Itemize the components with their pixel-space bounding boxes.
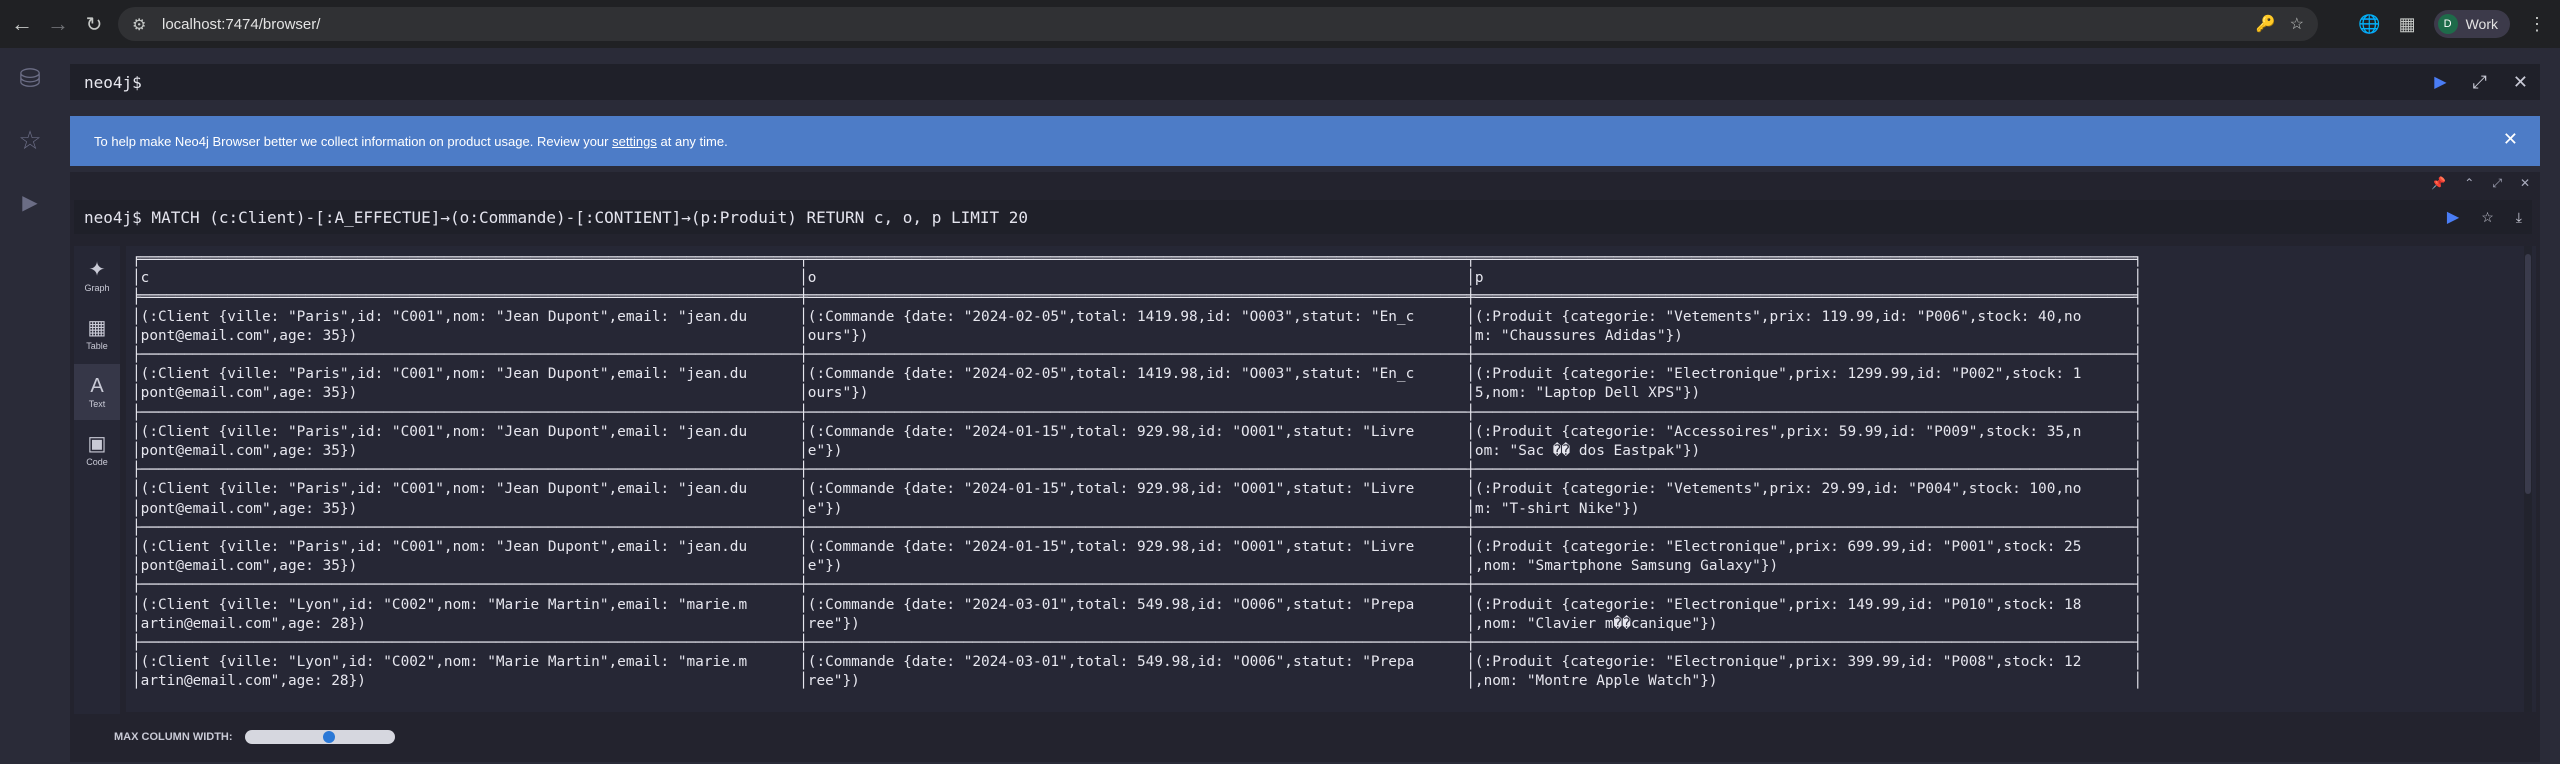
text-result: ╒═══════════════════════════════════════… (126, 246, 2536, 712)
table-line: │(:Client {ville: "Lyon",id: "C002",nom:… (132, 654, 2143, 671)
close-frame-icon[interactable]: ✕ (2520, 176, 2530, 191)
text-icon: A (90, 375, 104, 397)
profile-button[interactable]: D Work (2433, 10, 2510, 38)
address-bar[interactable]: ⚙ localhost:7474/browser/ 🔑 ☆ (118, 7, 2318, 41)
clear-editor-icon[interactable]: ✕ (2513, 72, 2528, 93)
favorites-star-icon[interactable]: ☆ (14, 124, 46, 156)
table-line: │artin@email.com",age: 28}) │ree"}) │,no… (132, 615, 2143, 632)
usage-banner: To help make Neo4j Browser better we col… (70, 116, 2540, 166)
tab-code[interactable]: ▣ Code (74, 422, 120, 478)
table-line: ├───────────────────────────────────────… (132, 635, 2143, 652)
table-line: ├───────────────────────────────────────… (132, 347, 2143, 364)
table-line: │(:Client {ville: "Paris",id: "C001",nom… (132, 308, 2143, 325)
reload-icon[interactable]: ↻ (76, 6, 112, 42)
table-line: │(:Client {ville: "Paris",id: "C001",nom… (132, 423, 2143, 440)
rerun-icon[interactable]: ▶ (2447, 207, 2459, 227)
avatar: D (2437, 14, 2458, 34)
collapse-icon[interactable]: ⌃ (2464, 176, 2474, 191)
database-icon[interactable]: ⛁ (14, 62, 46, 94)
table-line: │pont@email.com",age: 35}) │ours"}) │m: … (132, 327, 2143, 344)
save-favorite-icon[interactable]: ☆ (2481, 209, 2494, 226)
result-frame: 📌 ⌃ ⤢ ✕ neo4j$ MATCH (c:Client)-[:A_EFFE… (70, 172, 2540, 762)
table-line: ├───────────────────────────────────────… (132, 519, 2143, 536)
code-icon: ▣ (87, 433, 107, 455)
frame-command[interactable]: neo4j$ MATCH (c:Client)-[:A_EFFECTUE]→(o… (74, 200, 2532, 234)
banner-message: To help make Neo4j Browser better we col… (94, 133, 728, 149)
table-line: ├───────────────────────────────────────… (132, 404, 2143, 421)
sidebar: ⛁ ☆ ▶ (0, 48, 60, 764)
table-line: │artin@email.com",age: 28}) │ree"}) │,no… (132, 673, 2143, 690)
table-line: ╒═══════════════════════════════════════… (132, 251, 2143, 267)
table-line: │pont@email.com",age: 35}) │ours"}) │5,n… (132, 385, 2143, 402)
editor-prompt[interactable]: neo4j$ (84, 73, 142, 92)
url-text[interactable]: localhost:7474/browser/ (162, 16, 320, 33)
download-icon[interactable]: ⤓ (2516, 209, 2522, 226)
scrollbar[interactable] (2524, 246, 2532, 712)
password-key-icon[interactable]: 🔑 (2256, 14, 2276, 34)
run-query-icon[interactable]: ▶ (2434, 72, 2446, 92)
tab-table[interactable]: ▦ Table (74, 306, 120, 362)
slider-knob[interactable] (323, 731, 336, 743)
view-label: Code (86, 457, 108, 467)
scrollbar-thumb[interactable] (2525, 254, 2531, 494)
tab-text[interactable]: A Text (74, 364, 120, 420)
fullscreen-icon[interactable]: ⤢ (2492, 176, 2502, 191)
table-line: │(:Client {ville: "Paris",id: "C001",nom… (132, 539, 2143, 556)
table-icon: ▦ (87, 317, 107, 339)
site-info-icon[interactable]: ⚙ (132, 15, 150, 34)
main-area: neo4j$ ▶ ⤢ ✕ To help make Neo4j Browser … (60, 48, 2560, 764)
profile-name: Work (2465, 16, 2498, 32)
table-line: │pont@email.com",age: 35}) │e"}) │,nom: … (132, 558, 2143, 575)
table-line: │c │o │p │ (132, 270, 2143, 287)
max-column-width-control: MAX COLUMN WIDTH: (74, 718, 2532, 756)
view-switcher: ✦ Graph ▦ Table A Text ▣ Code (74, 246, 120, 714)
table-line: │pont@email.com",age: 35}) │e"}) │om: "S… (132, 443, 2143, 460)
extensions-icon[interactable]: ▦ (2399, 14, 2416, 35)
table-line: │(:Client {ville: "Paris",id: "C001",nom… (132, 481, 2143, 498)
tab-graph[interactable]: ✦ Graph (74, 248, 120, 304)
table-line: ├───────────────────────────────────────… (132, 577, 2143, 594)
ascii-table: ╒═══════════════════════════════════════… (132, 250, 2142, 692)
table-line: ├───────────────────────────────────────… (132, 462, 2143, 479)
view-label: Table (86, 341, 108, 351)
view-label: Text (88, 399, 106, 409)
pin-icon[interactable]: 📌 (2431, 176, 2446, 191)
forward-icon[interactable]: → (40, 6, 76, 42)
browser-toolbar: ← → ↻ ⚙ localhost:7474/browser/ 🔑 ☆ 🌐 ▦ … (0, 0, 2560, 48)
table-line: │(:Client {ville: "Paris",id: "C001",nom… (132, 366, 2143, 383)
back-icon[interactable]: ← (4, 6, 40, 42)
expand-editor-icon[interactable]: ⤢ (2473, 72, 2487, 93)
settings-link[interactable]: settings (612, 134, 657, 149)
translate-icon[interactable]: 🌐 (2358, 14, 2380, 35)
table-line: │(:Client {ville: "Lyon",id: "C002",nom:… (132, 596, 2143, 613)
bookmark-star-icon[interactable]: ☆ (2290, 14, 2304, 34)
guides-play-icon[interactable]: ▶ (14, 186, 46, 218)
query-editor[interactable]: neo4j$ ▶ ⤢ ✕ (70, 64, 2540, 100)
max-column-width-slider[interactable] (244, 730, 395, 744)
close-banner-icon[interactable]: ✕ (2503, 129, 2518, 150)
view-label: Graph (84, 283, 110, 293)
frame-query-text[interactable]: neo4j$ MATCH (c:Client)-[:A_EFFECTUE]→(o… (84, 208, 1028, 227)
graph-icon: ✦ (88, 259, 106, 281)
table-line: │pont@email.com",age: 35}) │e"}) │m: "T-… (132, 500, 2143, 517)
browser-menu-icon[interactable]: ⋮ (2528, 14, 2546, 35)
table-line: ╞═══════════════════════════════════════… (132, 289, 2143, 306)
max-column-width-label: MAX COLUMN WIDTH: (114, 731, 233, 743)
